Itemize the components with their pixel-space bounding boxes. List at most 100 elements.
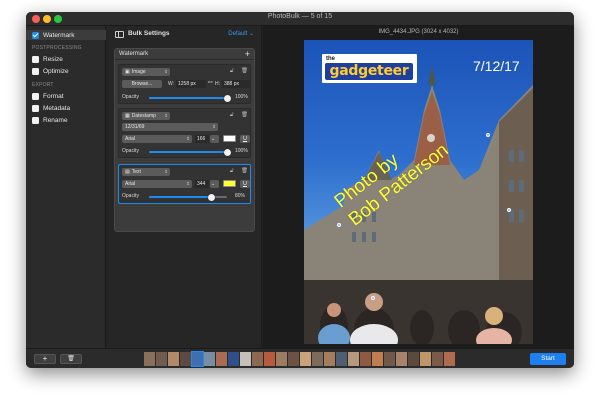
thumbnail[interactable] [348,352,359,366]
width-field[interactable]: 1258 px [176,80,206,88]
resize-handle[interactable] [507,208,511,212]
thumbnail[interactable] [384,352,395,366]
chevron-updown-icon: ⇕ [186,181,190,186]
date-stamp-overlay[interactable]: 7/12/17 [473,58,520,74]
slider-knob[interactable] [223,94,231,102]
layer-type-select[interactable]: ▤ Text ⇕ [122,168,170,176]
app-window: PhotoBulk — 5 of 15 Watermark POSTPROCES… [26,12,574,368]
font-select[interactable]: Arial ⇕ [122,180,192,188]
slider-knob[interactable] [223,148,231,156]
preset-dropdown[interactable]: Default ⌄ [228,30,254,37]
chevron-updown-icon: ⇕ [164,113,168,118]
thumbnail[interactable] [252,352,263,366]
thumbnail[interactable] [228,352,239,366]
opacity-slider[interactable] [149,193,227,201]
add-layer-button[interactable]: + [245,49,250,59]
thumbnail[interactable] [336,352,347,366]
thumbnail[interactable] [300,352,311,366]
text-layer: ▤ Text ⇕ 🔓︎ 🗑︎ Arial ⇕ 344 ⌄ U Opacity 8… [118,164,251,204]
opacity-label: Opacity [122,94,139,100]
sidebar-toggle-icon[interactable] [115,31,124,38]
thumbnail[interactable] [144,352,155,366]
optimize-checkbox[interactable] [32,67,39,75]
trash-icon[interactable]: 🗑︎ [241,112,248,119]
add-images-button[interactable]: + [34,354,56,364]
opacity-slider[interactable] [149,94,231,102]
thumbnail[interactable] [276,352,287,366]
watermark-box-header: Watermark + [115,49,254,60]
thumbnail[interactable] [216,352,227,366]
font-size-field[interactable]: 166 [195,135,209,143]
underline-button[interactable]: U [240,180,250,188]
sidebar-item-optimize[interactable]: Optimize [32,66,69,76]
font-size-field[interactable]: 344 [195,180,209,188]
thumbnail[interactable] [312,352,323,366]
calendar-icon: ▦ [125,113,130,119]
format-checkbox[interactable] [32,92,39,100]
trash-icon[interactable]: 🗑︎ [241,168,248,175]
resize-handle[interactable] [371,296,375,300]
watermark-checkbox[interactable] [32,31,39,39]
thumbnail[interactable] [444,352,455,366]
remove-images-button[interactable]: 🗑︎ [60,354,82,364]
height-field[interactable]: 388 px [222,80,250,88]
browse-button[interactable]: Browse... [122,80,162,88]
rename-checkbox[interactable] [32,116,39,124]
start-button[interactable]: Start [530,353,566,365]
photo-preview[interactable]: the gadgeteer 7/12/17 Photo by Bob Patte… [304,40,533,344]
chevron-down-icon: ⌄ [211,136,216,142]
opacity-slider[interactable] [149,148,231,156]
thumbnail-selected[interactable] [191,351,204,367]
lock-icon[interactable]: 🔓︎ [230,168,234,175]
lock-icon[interactable]: 🔓︎ [230,68,234,75]
thumbnail[interactable] [324,352,335,366]
width-label: W: [168,81,175,87]
resize-checkbox[interactable] [32,55,39,63]
watermark-box-title: Watermark [119,51,149,57]
chevron-down-icon: ⌄ [211,181,216,187]
rotate-handle[interactable] [486,133,490,137]
layer-type-select[interactable]: ▣ Image ⇕ [122,68,170,76]
opacity-value: 100% [235,94,248,100]
font-size-stepper[interactable]: ⌄ [210,135,219,143]
thumbnail[interactable] [408,352,419,366]
thumbnail[interactable] [264,352,275,366]
sidebar: Watermark POSTPROCESSING Resize Optimize… [26,26,106,348]
thumbnail[interactable] [420,352,431,366]
sidebar-item-label: Optimize [43,67,69,75]
layer-type-select[interactable]: ▦ Datestamp ⇕ [122,112,170,120]
sidebar-item-format[interactable]: Format [32,91,64,101]
sidebar-item-metadata[interactable]: Metadata [32,103,70,113]
opacity-value: 100% [235,148,248,154]
underline-button[interactable]: U [240,135,250,143]
thumbnail[interactable] [372,352,383,366]
sidebar-item-watermark[interactable]: Watermark [26,30,106,40]
metadata-checkbox[interactable] [32,104,39,112]
sidebar-item-rename[interactable]: Rename [32,115,68,125]
slider-fill [149,97,227,99]
slider-knob[interactable] [207,193,215,201]
font-label: Arial [125,181,136,187]
thumbnail[interactable] [360,352,371,366]
sidebar-item-resize[interactable]: Resize [32,54,63,64]
font-size-stepper[interactable]: ⌄ [210,180,219,188]
image-layer: ▣ Image ⇕ 🔓︎ 🗑︎ Browse... W: 1258 px ⚯ H… [118,64,251,104]
thumbnail[interactable] [240,352,251,366]
color-swatch[interactable] [223,180,236,187]
thumbnail[interactable] [156,352,167,366]
thumbnail[interactable] [432,352,443,366]
thumbnail[interactable] [180,352,191,366]
thumbnail[interactable] [168,352,179,366]
lock-icon[interactable]: 🔓︎ [230,112,234,119]
trash-icon[interactable]: 🗑︎ [241,68,248,75]
font-select[interactable]: Arial ⇕ [122,135,192,143]
thumbnail[interactable] [288,352,299,366]
resize-handle[interactable] [337,223,341,227]
link-icon[interactable]: ⚯ [208,80,213,87]
color-swatch[interactable] [223,135,236,142]
slider-fill [149,151,227,153]
thumbnail[interactable] [204,352,215,366]
thumbnail[interactable] [396,352,407,366]
watermark-logo[interactable]: the gadgeteer [322,54,417,83]
date-format-select[interactable]: 12/31/69 ⇕ [122,123,218,131]
